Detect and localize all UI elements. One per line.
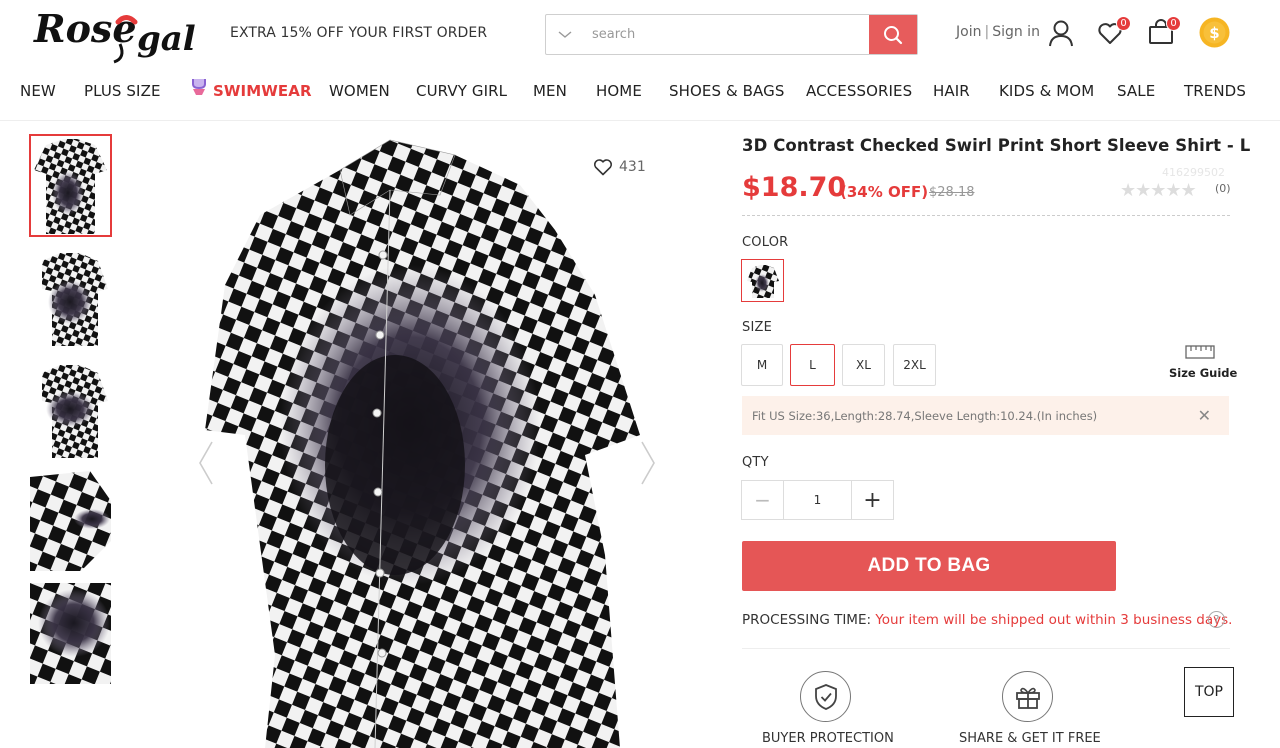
qty-label: QTY xyxy=(742,455,769,470)
quantity-stepper: − 1 + xyxy=(741,480,894,520)
swimsuit-icon xyxy=(192,79,206,95)
size-option-m[interactable]: M xyxy=(741,344,783,386)
search-bar[interactable]: search xyxy=(545,14,918,55)
join-link[interactable]: Join xyxy=(956,24,981,40)
qty-increase-button[interactable]: + xyxy=(852,481,893,519)
review-count[interactable]: (0) xyxy=(1215,182,1231,195)
qty-input[interactable]: 1 xyxy=(783,481,852,519)
rating-stars[interactable]: ★★★★★ xyxy=(1120,180,1197,201)
nav-item-shoes-bags[interactable]: SHOES & BAGS xyxy=(669,82,784,100)
share-get-free-label[interactable]: SHARE & GET IT FREE xyxy=(959,731,1101,746)
fit-info-box: Fit US Size:36,Length:28.74,Sleeve Lengt… xyxy=(742,396,1229,435)
size-option-2xl[interactable]: 2XL xyxy=(893,344,936,386)
ruler-icon[interactable] xyxy=(1185,344,1215,363)
promo-banner[interactable]: EXTRA 15% OFF YOUR FIRST ORDER xyxy=(230,25,487,41)
main-nav: NEW PLUS SIZE SWIMWEAR WOMEN CURVY GIRL … xyxy=(0,79,1280,102)
nav-item-new[interactable]: NEW xyxy=(20,82,56,100)
sale-price: $18.70 xyxy=(742,172,847,203)
nav-item-women[interactable]: WOMEN xyxy=(329,82,390,100)
size-option-xl[interactable]: XL xyxy=(842,344,885,386)
size-option-l[interactable]: L xyxy=(790,344,835,386)
coin-icon[interactable]: $ xyxy=(1199,17,1230,52)
original-price: $28.18 xyxy=(929,185,975,200)
search-input[interactable]: search xyxy=(584,15,869,54)
nav-item-men[interactable]: MEN xyxy=(533,82,567,100)
size-label: SIZE xyxy=(742,320,773,335)
color-swatch[interactable] xyxy=(741,259,784,302)
shield-icon xyxy=(814,683,837,710)
cart-count-badge: 0 xyxy=(1166,16,1181,31)
product-thumbnail[interactable] xyxy=(29,134,112,237)
account-links: Join | Sign in xyxy=(956,24,1040,40)
nav-item-home[interactable]: HOME xyxy=(596,82,642,100)
processing-time: PROCESSING TIME: Your item will be shipp… xyxy=(742,612,1232,628)
size-guide-link[interactable]: Size Guide xyxy=(1169,366,1237,380)
color-label: COLOR xyxy=(742,235,789,250)
nav-item-accessories[interactable]: ACCESSORIES xyxy=(806,82,912,100)
back-to-top-button[interactable]: TOP xyxy=(1184,667,1234,717)
chevron-down-icon[interactable] xyxy=(546,15,584,54)
cart-button[interactable]: 0 xyxy=(1148,16,1181,49)
share-get-free-badge[interactable] xyxy=(1002,671,1053,722)
help-icon[interactable]: ? xyxy=(1208,611,1225,628)
wishlist-count-badge: 0 xyxy=(1116,16,1131,31)
nav-item-sale[interactable]: SALE xyxy=(1117,82,1155,100)
product-thumbnail[interactable] xyxy=(30,471,111,572)
section-divider xyxy=(742,648,1230,649)
product-title: 3D Contrast Checked Swirl Print Short Sl… xyxy=(742,136,1251,155)
likes-button[interactable]: 431 xyxy=(585,151,655,183)
nav-item-trends[interactable]: TRENDS xyxy=(1184,82,1246,100)
search-icon xyxy=(884,25,903,44)
rosegal-logo[interactable]: Rose gal xyxy=(32,4,212,64)
processing-text: Your item will be shipped out within 3 b… xyxy=(875,612,1233,628)
prev-image-arrow[interactable] xyxy=(198,440,214,490)
svg-text:gal: gal xyxy=(137,19,196,59)
nav-item-curvy-girl[interactable]: CURVY GIRL xyxy=(416,82,507,100)
nav-item-kids-mom[interactable]: KIDS & MOM xyxy=(999,82,1094,100)
fit-info-text: Fit US Size:36,Length:28.74,Sleeve Lengt… xyxy=(752,408,1098,423)
discount-label: (34% OFF) xyxy=(840,183,929,201)
product-main-image[interactable] xyxy=(190,135,670,748)
nav-item-hair[interactable]: HAIR xyxy=(933,82,970,100)
sign-in-link[interactable]: Sign in xyxy=(992,24,1040,40)
search-button[interactable] xyxy=(869,15,917,54)
buyer-protection-label[interactable]: BUYER PROTECTION xyxy=(762,731,894,746)
qty-decrease-button[interactable]: − xyxy=(742,481,783,519)
header-divider xyxy=(0,120,1280,121)
product-thumbnail[interactable] xyxy=(30,247,111,348)
gift-icon xyxy=(1015,687,1040,709)
processing-label: PROCESSING TIME: xyxy=(742,612,872,628)
product-thumbnail[interactable] xyxy=(30,583,111,684)
price-divider xyxy=(742,215,1230,216)
buyer-protection-badge[interactable] xyxy=(800,671,851,722)
wishlist-button[interactable]: 0 xyxy=(1097,16,1131,49)
next-image-arrow[interactable] xyxy=(640,440,656,490)
nav-item-swimwear[interactable]: SWIMWEAR xyxy=(213,82,312,100)
nav-item-plus-size[interactable]: PLUS SIZE xyxy=(84,82,161,100)
user-icon[interactable] xyxy=(1048,19,1074,51)
heart-icon xyxy=(593,159,613,176)
close-icon[interactable]: ✕ xyxy=(1198,406,1211,425)
add-to-bag-button[interactable]: ADD TO BAG xyxy=(742,541,1116,591)
svg-text:$: $ xyxy=(1209,24,1219,42)
product-thumbnail[interactable] xyxy=(30,359,111,460)
likes-count: 431 xyxy=(619,159,646,175)
product-sku: 416299502 xyxy=(1162,166,1225,179)
